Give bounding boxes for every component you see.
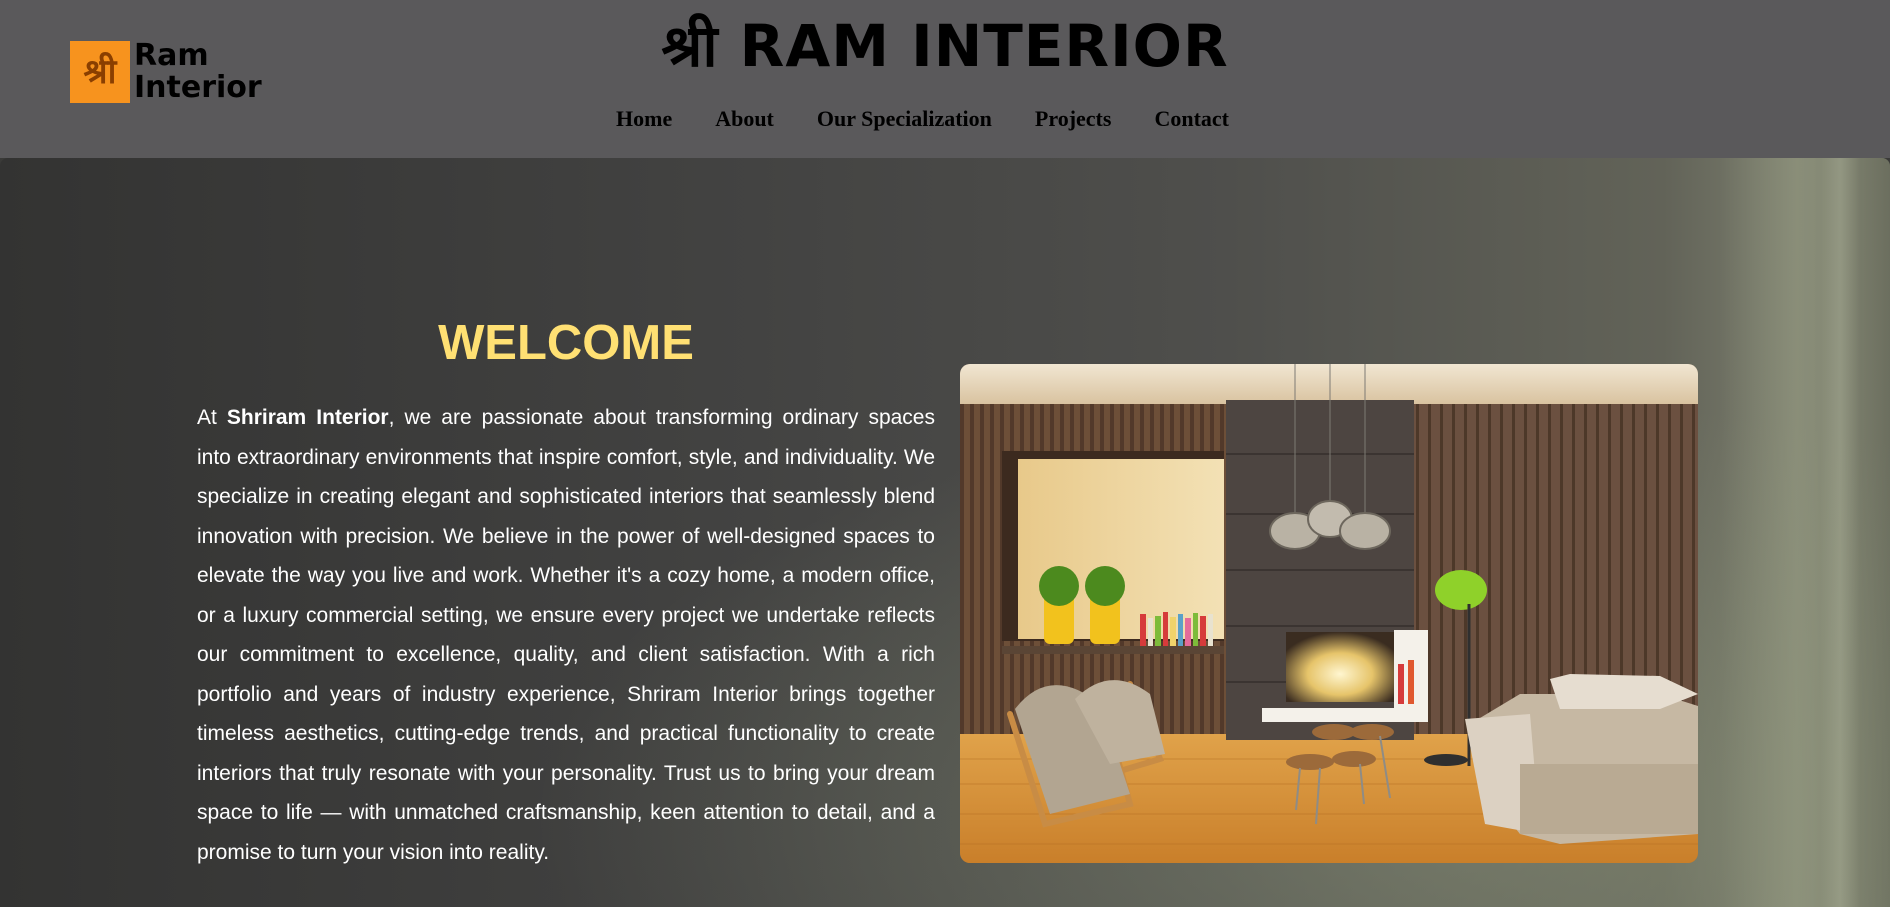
interior-photo [960,364,1698,863]
site-header: श्री Ram Interior श्री RAM INTERIOR Home… [0,0,1890,158]
intro-prefix: At [197,406,227,429]
intro-paragraph: At Shriram Interior, we are passionate a… [197,398,935,872]
nav-contact[interactable]: Contact [1154,104,1229,134]
intro-brand: Shriram Interior [226,406,389,429]
interior-illustration [960,364,1698,863]
main-nav: Home About Our Specialization Projects C… [616,104,1272,134]
nav-about[interactable]: About [715,104,774,134]
site-title: श्री RAM INTERIOR [661,12,1229,80]
welcome-heading: WELCOME [438,316,694,370]
nav-our-specialization[interactable]: Our Specialization [817,104,992,134]
nav-projects[interactable]: Projects [1035,104,1112,134]
nav-home[interactable]: Home [616,104,672,134]
background-curtain [1720,158,1890,907]
background-curtain-highlight [1820,158,1860,907]
intro-body: , we are passionate about transforming o… [197,406,935,864]
